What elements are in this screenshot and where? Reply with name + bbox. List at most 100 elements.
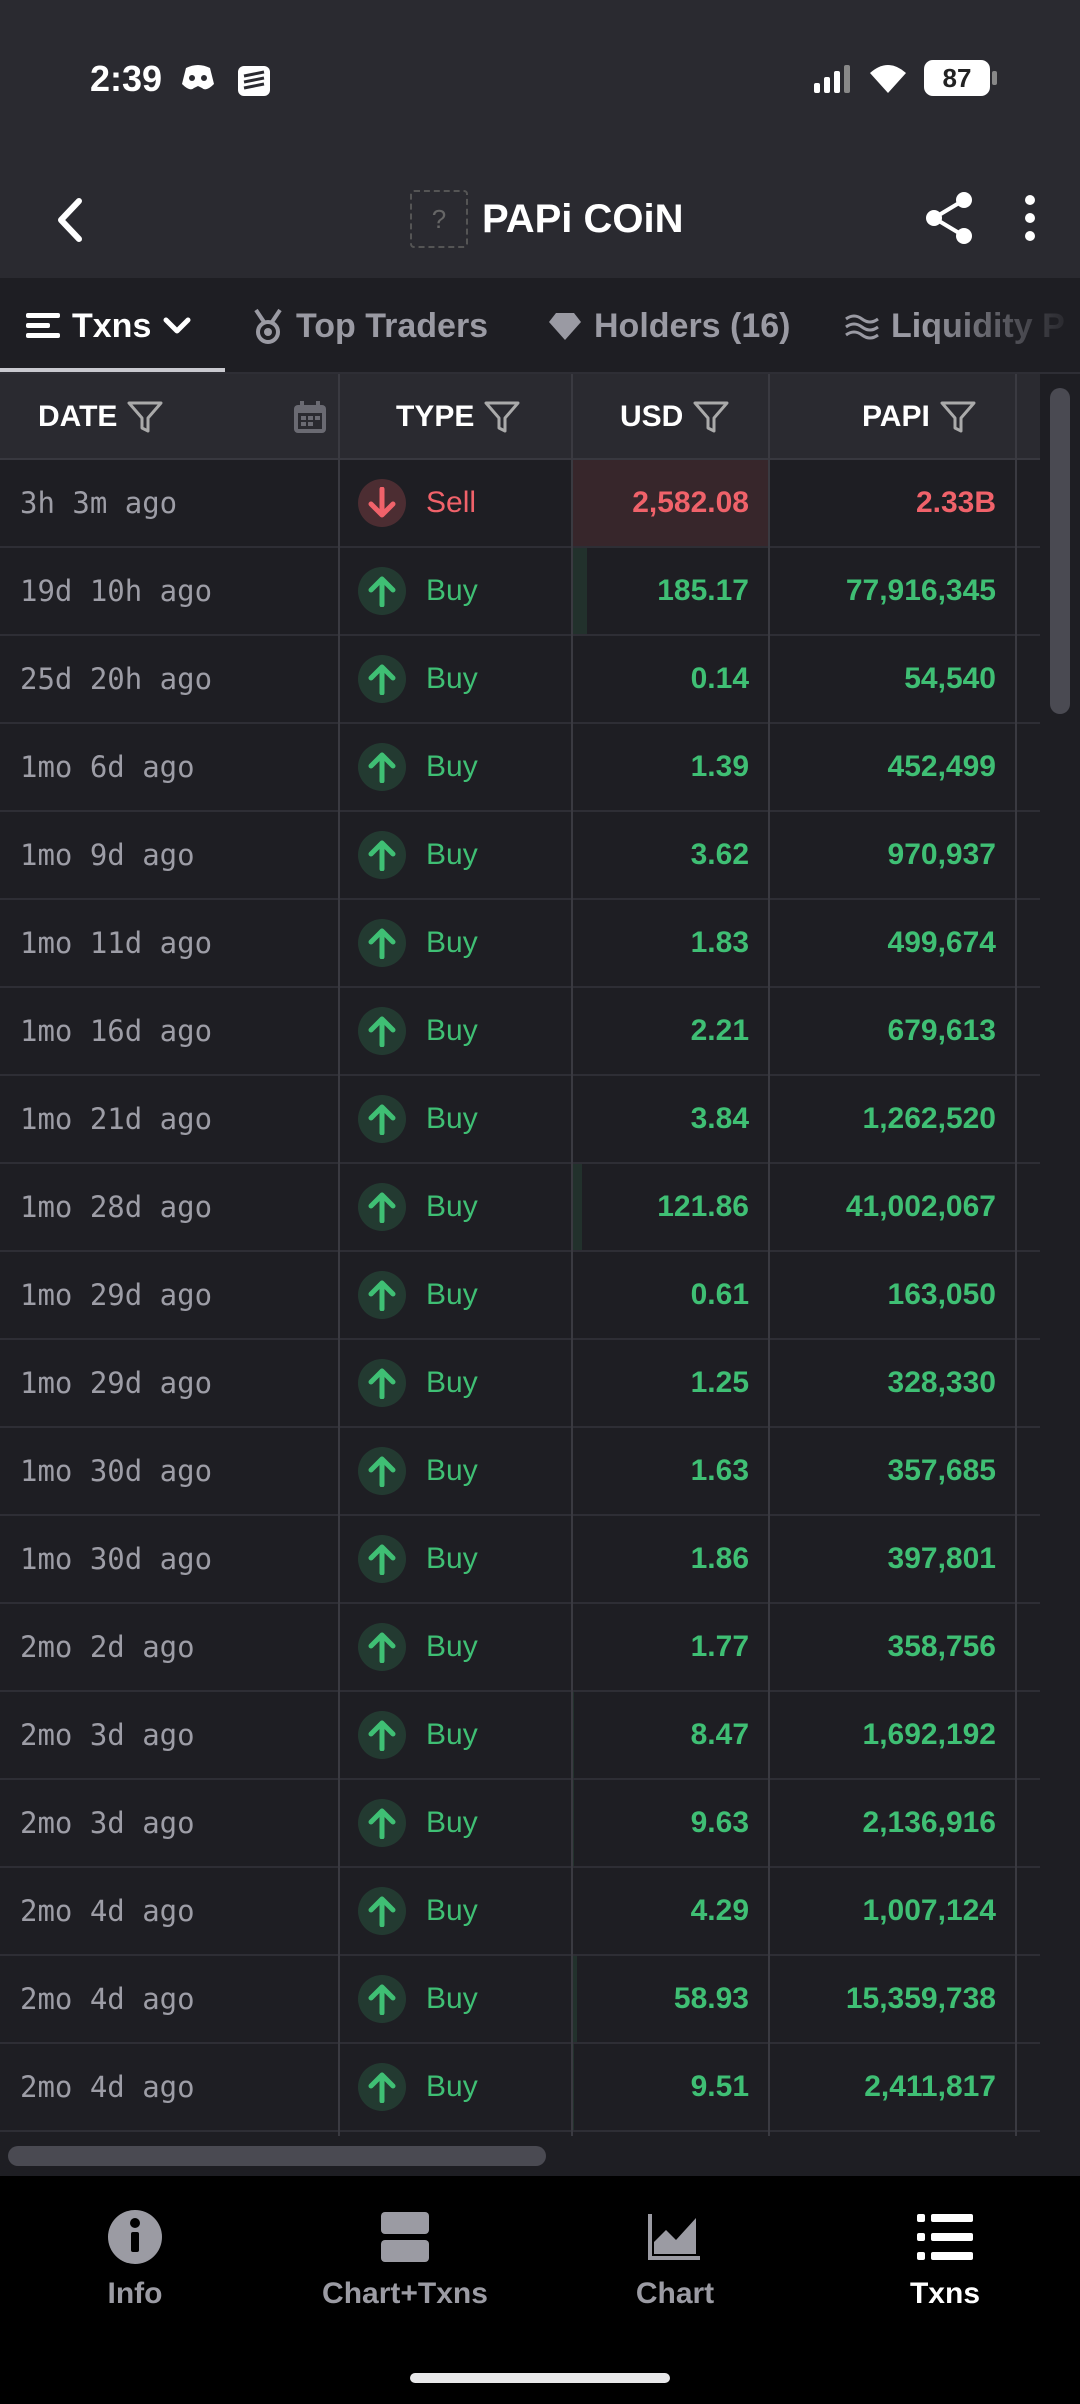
type-cell: Buy	[358, 1164, 478, 1250]
column-divider	[1015, 374, 1017, 2136]
date-cell: 1mo 9d ago	[20, 838, 195, 872]
diamond-icon	[549, 313, 581, 340]
date-cell: 2mo 4d ago	[20, 1982, 195, 2016]
vertical-scroll-thumb[interactable]	[1050, 388, 1070, 714]
table-row[interactable]: 1mo 6d ago Buy 1.39 452,499	[0, 724, 1040, 812]
type-cell: Buy	[358, 1868, 478, 1954]
share-button[interactable]	[920, 188, 980, 248]
back-button[interactable]	[40, 190, 100, 250]
home-gesture-bar[interactable]	[410, 2373, 670, 2383]
date-cell: 2mo 4d ago	[20, 1894, 195, 1928]
column-date-label: DATE	[38, 400, 118, 433]
filter-icon[interactable]	[127, 400, 163, 434]
info-icon	[105, 2209, 165, 2265]
type-cell: Buy	[358, 988, 478, 1074]
column-divider	[338, 374, 340, 2136]
table-row[interactable]: 1mo 29d ago Buy 1.25 328,330	[0, 1340, 1040, 1428]
table-row[interactable]: 2mo 3d ago Buy 9.63 2,136,916	[0, 1780, 1040, 1868]
table-row[interactable]: 1mo 16d ago Buy 2.21 679,613	[0, 988, 1040, 1076]
table-row[interactable]: 1mo 29d ago Buy 0.61 163,050	[0, 1252, 1040, 1340]
table-row[interactable]: 25d 20h ago Buy 0.14 54,540	[0, 636, 1040, 724]
papi-cell: 41,002,067	[845, 1190, 996, 1223]
notification-icons	[180, 62, 272, 98]
type-cell: Buy	[358, 1340, 478, 1426]
table-row[interactable]: 2mo 4d ago Buy 4.29 1,007,124	[0, 1868, 1040, 1956]
tab-top-traders-label: Top Traders	[296, 306, 489, 345]
wifi-icon	[870, 65, 906, 93]
usd-cell: 9.63	[690, 1806, 749, 1839]
date-cell: 1mo 21d ago	[20, 1102, 213, 1136]
app-header: ? PAPi COiN	[0, 160, 1080, 278]
arrow-up-icon	[358, 1183, 406, 1231]
table-row[interactable]: 1mo 9d ago Buy 3.62 970,937	[0, 812, 1040, 900]
type-cell: Buy	[358, 724, 478, 810]
arrow-up-icon	[358, 1007, 406, 1055]
column-header-usd[interactable]: USD	[620, 374, 729, 460]
arrow-up-icon	[358, 567, 406, 615]
papi-cell: 328,330	[887, 1366, 996, 1399]
filter-icon[interactable]	[484, 400, 520, 434]
date-cell: 1mo 11d ago	[20, 926, 213, 960]
papi-cell: 1,692,192	[862, 1718, 996, 1751]
date-cell: 2mo 4d ago	[20, 2070, 195, 2104]
filter-icon[interactable]	[693, 400, 729, 434]
type-label: Buy	[426, 2070, 478, 2103]
papi-cell: 1,262,520	[862, 1102, 996, 1135]
type-label: Buy	[426, 838, 478, 871]
horizontal-scroll-thumb[interactable]	[8, 2146, 546, 2166]
date-cell: 1mo 28d ago	[20, 1190, 213, 1224]
table-row[interactable]: 1mo 21d ago Buy 3.84 1,262,520	[0, 1076, 1040, 1164]
nav-txns[interactable]: Txns	[810, 2176, 1080, 2344]
table-row[interactable]: 1mo 28d ago Buy 121.86 41,002,067	[0, 1164, 1040, 1252]
type-label: Buy	[426, 750, 478, 783]
table-row[interactable]: 1mo 30d ago Buy 1.86 397,801	[0, 1516, 1040, 1604]
type-label: Buy	[426, 1454, 478, 1487]
date-cell: 2mo 3d ago	[20, 1806, 195, 1840]
column-header-date[interactable]: DATE	[38, 374, 163, 460]
nav-chart-txns-label: Chart+Txns	[322, 2277, 488, 2310]
nav-info[interactable]: Info	[0, 2176, 270, 2344]
more-vertical-icon	[1025, 195, 1035, 241]
arrow-up-icon	[358, 1535, 406, 1583]
more-options-button[interactable]	[1010, 188, 1050, 248]
liquidity-waves-icon	[845, 314, 879, 340]
top-bar: 2:39 87 ? PAPi COiN	[0, 0, 1080, 278]
nav-chart[interactable]: Chart	[540, 2176, 810, 2344]
nav-chart-label: Chart	[635, 2277, 715, 2310]
column-header-papi[interactable]: PAPI	[862, 374, 976, 460]
calendar-icon	[294, 401, 326, 433]
papi-cell: 163,050	[887, 1278, 996, 1311]
date-cell: 2mo 3d ago	[20, 1718, 195, 1752]
nav-chart-txns[interactable]: Chart+Txns	[270, 2176, 540, 2344]
type-label: Buy	[426, 1630, 478, 1663]
arrow-up-icon	[358, 919, 406, 967]
tab-txns[interactable]: Txns	[26, 278, 191, 372]
table-row[interactable]: 2mo 4d ago Buy 9.51 2,411,817	[0, 2044, 1040, 2132]
column-type-label: TYPE	[396, 400, 475, 433]
table-row[interactable]: 2mo 2d ago Buy 1.77 358,756	[0, 1604, 1040, 1692]
tab-top-traders[interactable]: Top Traders	[252, 278, 489, 372]
tab-holders[interactable]: Holders (16)	[548, 278, 791, 372]
date-cell: 1mo 30d ago	[20, 1454, 213, 1488]
table-row[interactable]: 1mo 11d ago Buy 1.83 499,674	[0, 900, 1040, 988]
column-header-type[interactable]: TYPE	[396, 374, 520, 460]
arrow-up-icon	[358, 1799, 406, 1847]
chart-icon	[645, 2209, 705, 2265]
type-cell: Buy	[358, 548, 478, 634]
status-time: 2:39	[90, 58, 163, 99]
filter-icon[interactable]	[940, 400, 976, 434]
table-row[interactable]: 3h 3m ago Sell 2,582.08 2.33B	[0, 460, 1040, 548]
table-row[interactable]: 2mo 4d ago Buy 58.93 15,359,738	[0, 1956, 1040, 2044]
chevron-down-icon	[163, 317, 191, 334]
type-label: Buy	[426, 1102, 478, 1135]
type-label: Buy	[426, 1014, 478, 1047]
table-row[interactable]: 1mo 30d ago Buy 1.63 357,685	[0, 1428, 1040, 1516]
table-row[interactable]: 19d 10h ago Buy 185.17 77,916,345	[0, 548, 1040, 636]
table-row[interactable]: 2mo 3d ago Buy 8.47 1,692,192	[0, 1692, 1040, 1780]
token-logo-placeholder: ?	[410, 190, 468, 248]
calendar-button[interactable]	[292, 374, 328, 460]
arrow-up-icon	[358, 831, 406, 879]
active-tab-indicator	[0, 368, 225, 372]
type-label: Buy	[426, 1894, 478, 1927]
type-cell: Buy	[358, 1076, 478, 1162]
